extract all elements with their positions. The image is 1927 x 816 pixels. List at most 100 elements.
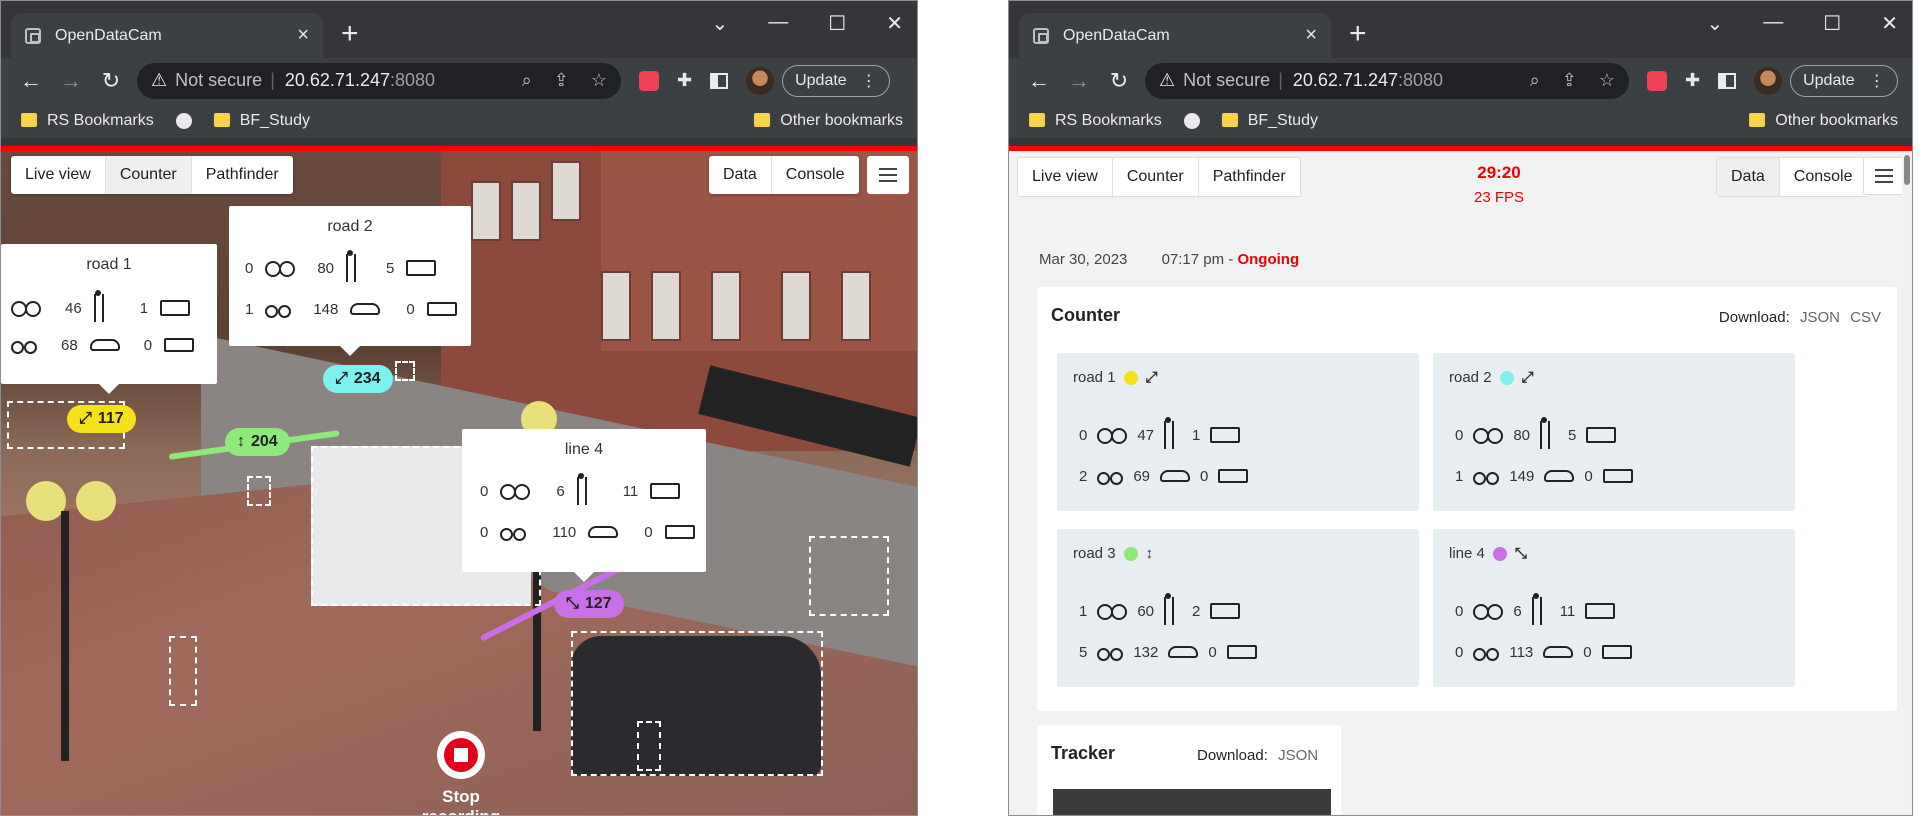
live-view-button[interactable]: Live view: [1018, 158, 1113, 196]
tab-search-icon[interactable]: ⌄: [712, 11, 729, 36]
browser-tab[interactable]: OpenDataCam ×: [11, 13, 323, 58]
building-window: [711, 271, 741, 341]
bookmark-label: RS Bookmarks: [47, 111, 154, 129]
recording-time: 07:17 pm -: [1161, 251, 1234, 268]
bicycle-icon: [1473, 602, 1504, 620]
pedestrian-icon: [1540, 417, 1551, 449]
pedestrian-icon: [1164, 593, 1175, 625]
menu-icon[interactable]: [867, 156, 909, 194]
star-icon[interactable]: ☆: [1599, 70, 1615, 91]
counter-card-road1: road 1 46 1 68 0: [1, 244, 217, 394]
menu-icon[interactable]: [1863, 157, 1905, 195]
counter-pill-line4[interactable]: ⤡ 127: [554, 590, 624, 618]
live-view-button[interactable]: Live view: [11, 156, 106, 194]
pathfinder-button[interactable]: Pathfinder: [1199, 158, 1300, 196]
data-button[interactable]: Data: [709, 156, 772, 194]
globe-icon[interactable]: [175, 112, 192, 129]
counter-card-road2: road 2 0 80 5 1 148 0: [229, 206, 471, 356]
update-button[interactable]: Update ⋮: [782, 64, 890, 97]
browser-tab[interactable]: OpenDataCam ×: [1019, 13, 1331, 58]
data-button[interactable]: Data: [1717, 158, 1780, 196]
diagonal-arrows-icon: ⤢: [79, 410, 92, 427]
folder-icon: [754, 112, 771, 127]
count-value: 0: [1455, 643, 1464, 661]
counter-button[interactable]: Counter: [1113, 158, 1199, 196]
extensions-icon[interactable]: ✚: [1685, 70, 1700, 91]
star-icon[interactable]: ☆: [591, 70, 607, 91]
download-csv-link[interactable]: CSV: [1850, 309, 1881, 326]
forward-icon[interactable]: →: [1059, 68, 1099, 94]
globe-icon[interactable]: [1183, 112, 1200, 129]
profile-avatar[interactable]: [746, 66, 775, 95]
console-button[interactable]: Console: [1780, 158, 1867, 196]
warning-icon[interactable]: ⚠: [1159, 70, 1175, 91]
bookmark-other[interactable]: Other bookmarks: [754, 112, 903, 130]
timer-value: 29:20: [1477, 163, 1521, 182]
motorbike-icon: [1473, 643, 1500, 661]
back-icon[interactable]: ←: [1019, 68, 1059, 94]
count-value: 1: [139, 299, 149, 317]
console-button[interactable]: Console: [772, 156, 859, 194]
building-window: [471, 181, 501, 241]
pedestrian-icon: [576, 473, 587, 505]
share-icon[interactable]: ⇪: [1562, 70, 1577, 91]
bookmark-rs[interactable]: RS Bookmarks: [21, 112, 154, 130]
road-name: road 3: [1073, 545, 1116, 562]
reload-icon[interactable]: ↻: [1099, 68, 1139, 94]
zoom-icon[interactable]: ⌕: [1530, 70, 1540, 91]
counter-button[interactable]: Counter: [105, 156, 192, 194]
maximize-icon[interactable]: ☐: [828, 11, 846, 36]
close-window-icon[interactable]: ✕: [886, 11, 903, 36]
maximize-icon[interactable]: ☐: [1823, 11, 1841, 36]
minimize-icon[interactable]: —: [1763, 11, 1783, 36]
new-tab-icon[interactable]: +: [1349, 19, 1367, 49]
back-icon[interactable]: ←: [11, 68, 51, 94]
warning-icon[interactable]: ⚠: [151, 70, 167, 91]
counter-pill-road3[interactable]: ↕ 204: [225, 428, 290, 456]
stop-recording-button[interactable]: Stop recording: [401, 731, 521, 815]
side-panel-icon[interactable]: [710, 72, 729, 89]
zoom-icon[interactable]: ⌕: [522, 70, 532, 91]
share-icon[interactable]: ⇪: [554, 70, 569, 91]
bookmark-other[interactable]: Other bookmarks: [1749, 112, 1898, 130]
tab-search-icon[interactable]: ⌄: [1707, 11, 1724, 36]
download-json-link[interactable]: JSON: [1800, 309, 1840, 326]
count-value: 2: [1192, 602, 1201, 620]
counter-pill-road2[interactable]: ⤢ 234: [323, 365, 393, 393]
scrollbar[interactable]: [1902, 151, 1912, 815]
minimize-icon[interactable]: —: [768, 11, 788, 36]
pocket-extension-icon[interactable]: [1647, 70, 1667, 91]
pathfinder-button[interactable]: Pathfinder: [192, 156, 293, 194]
more-menu-icon[interactable]: ⋮: [1869, 71, 1885, 91]
reload-icon[interactable]: ↻: [91, 68, 131, 94]
address-bar[interactable]: ⚠ Not secure | 20.62.71.247:8080 ⌕ ⇪ ☆: [1145, 62, 1629, 99]
truck-icon: [160, 300, 191, 316]
close-tab-icon[interactable]: ×: [297, 24, 309, 47]
road-card-road1: road 1 ⤢ 0 47 1 2 69 0: [1057, 353, 1419, 511]
address-bar[interactable]: ⚠ Not secure | 20.62.71.247:8080 ⌕ ⇪ ☆: [137, 62, 621, 99]
road-name: road 1: [1073, 369, 1116, 386]
side-panel-icon[interactable]: [1718, 72, 1737, 89]
bookmark-bf[interactable]: BF_Study: [1221, 112, 1318, 130]
bookmark-rs[interactable]: RS Bookmarks: [1029, 112, 1162, 130]
bookmark-bf[interactable]: BF_Study: [213, 112, 310, 130]
browser-chrome: OpenDataCam × + ⌄ — ☐ ✕ ← → ↻ ⚠ Not secu…: [1009, 1, 1912, 146]
new-tab-icon[interactable]: +: [341, 19, 359, 49]
count-value: 148: [313, 300, 339, 318]
count-value: 11: [1559, 602, 1576, 620]
count-value: 6: [1513, 602, 1522, 620]
update-button[interactable]: Update ⋮: [1790, 64, 1898, 97]
car-icon: [588, 526, 619, 538]
more-menu-icon[interactable]: ⋮: [861, 71, 877, 91]
close-tab-icon[interactable]: ×: [1305, 24, 1317, 47]
profile-avatar[interactable]: [1754, 66, 1783, 95]
download-json-link[interactable]: JSON: [1278, 747, 1318, 764]
close-window-icon[interactable]: ✕: [1881, 11, 1898, 36]
forward-icon[interactable]: →: [51, 68, 91, 94]
counter-title: Counter: [1051, 305, 1120, 325]
pocket-extension-icon[interactable]: [639, 70, 659, 91]
extensions-icon[interactable]: ✚: [677, 70, 692, 91]
truck-icon: [1210, 427, 1241, 443]
counter-pill-road1[interactable]: ⤢ 117: [67, 405, 136, 433]
count-value: 46: [65, 299, 82, 317]
